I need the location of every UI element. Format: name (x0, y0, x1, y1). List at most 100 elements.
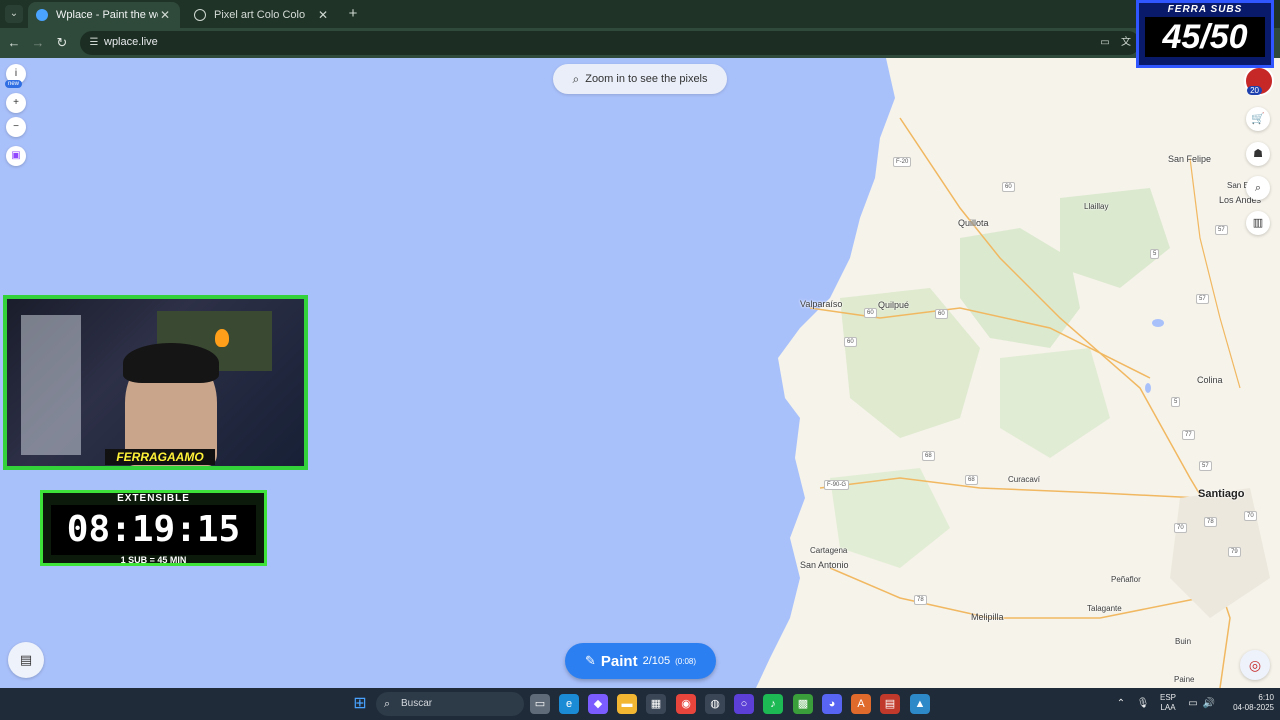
file-explorer-icon[interactable]: ▬ (617, 694, 637, 714)
globe-favicon-icon (194, 9, 206, 21)
forward-arrow-icon[interactable]: → (29, 34, 47, 52)
place-label: Talagante (1087, 604, 1122, 613)
windows-taskbar: ⊞ ⌕ Buscar ▭ e ◆ ▬ ▦ ◉ ◍ ○ ♪ ▩ ◕ A ▤ ▲ ⌃… (0, 688, 1280, 720)
app-a-icon[interactable]: A (851, 694, 871, 714)
keyboard-layout: LAA (1160, 703, 1176, 712)
network-icon[interactable]: ▭ (1186, 697, 1200, 711)
tab-title: Wplace - Paint the world (56, 9, 158, 21)
subathon-timer: EXTENSIBLE 08:19:15 1 SUB = 45 MIN (40, 490, 267, 566)
minecraft-icon[interactable]: ▩ (793, 694, 813, 714)
place-label: San Felipe (1168, 154, 1212, 164)
webcam-overlay: FERRAGAAMO (3, 295, 308, 470)
road-shield: F-20 (893, 157, 912, 167)
discord-icon[interactable]: ◕ (822, 694, 842, 714)
address-bar[interactable]: ☰ wplace.live (80, 31, 1140, 55)
paint-charges: 2/105 (642, 655, 671, 667)
road-shield: 60 (935, 309, 948, 319)
road-shield: 77 (1182, 430, 1195, 440)
store-icon[interactable]: ▦ (646, 694, 666, 714)
place-label: Valparaíso (800, 299, 843, 309)
twitch-icon[interactable]: ▣ (6, 146, 26, 166)
plus-icon[interactable]: + (6, 93, 26, 113)
place-label: Buin (1175, 637, 1192, 646)
subs-count: 45/50 (1145, 17, 1265, 57)
chevron-up-icon[interactable]: ⌃ (1114, 697, 1128, 711)
place-label: Santiago (1198, 488, 1245, 500)
minus-icon[interactable]: − (6, 117, 26, 137)
site-info-icon[interactable]: ☰ (88, 37, 100, 49)
reload-icon[interactable]: ↻ (53, 34, 71, 52)
brush-icon: ✎ (584, 653, 596, 668)
bar-chart-icon[interactable]: ▥ (1246, 211, 1270, 235)
new-badge: new (5, 80, 23, 88)
windows-start-icon[interactable]: ⊞ (351, 695, 369, 713)
user-level-badge: 20 (1247, 86, 1262, 95)
chrome-icon[interactable]: ◉ (676, 694, 696, 714)
tab-search-chevron-icon[interactable]: ⌄ (5, 5, 23, 23)
timer-footer: 1 SUB = 45 MIN (120, 555, 187, 565)
tab-pixel-art[interactable]: Pixel art Colo Colo ✕ (186, 2, 338, 28)
place-label: Cartagena (810, 546, 848, 555)
search-icon: ⌕ (384, 698, 391, 710)
subs-counter: FERRA SUBS 45/50 (1136, 0, 1274, 68)
road-shield: 68 (922, 451, 935, 461)
taskbar-search[interactable]: ⌕ Buscar (376, 692, 524, 716)
lang-code: ESP (1159, 693, 1176, 702)
browser-toolbar: ← → ↻ ☰ wplace.live ▭ 文 (0, 28, 1280, 58)
road-shield: 78 (914, 595, 927, 605)
webcam-background-shelf (21, 315, 81, 455)
clock-date: 04-08-2025 (1233, 703, 1274, 712)
translate-icon[interactable]: 文 (1119, 36, 1133, 50)
webcam-feed: FERRAGAAMO (7, 299, 304, 466)
place-label: San Antonio (800, 560, 849, 570)
road-shield: 60 (864, 308, 877, 318)
copilot-icon[interactable]: ◆ (588, 694, 608, 714)
place-label: Quillota (958, 218, 989, 228)
url-text: wplace.live (104, 36, 158, 48)
road-shield: 57 (1196, 294, 1209, 304)
map-viewport[interactable]: Quillota Quilpué Valparaíso Llaillay San… (0, 58, 1280, 688)
obs-icon[interactable]: ◍ (705, 694, 725, 714)
place-label: Curacaví (1008, 475, 1041, 484)
app-red-icon[interactable]: ▤ (880, 694, 900, 714)
lake (1152, 319, 1164, 327)
place-label: Colina (1197, 375, 1223, 385)
paint-cooldown: (0:08) (675, 656, 697, 666)
install-app-icon[interactable]: ▭ (1098, 36, 1112, 50)
place-label: Paine (1174, 675, 1195, 684)
microphone-icon[interactable]: 🎙 (1136, 697, 1150, 711)
input-language[interactable]: ESP LAA (1157, 693, 1179, 713)
app-circle-icon[interactable]: ○ (734, 694, 754, 714)
locate-icon[interactable]: ◎ (1240, 650, 1270, 680)
spotify-icon[interactable]: ♪ (763, 694, 783, 714)
lake (1145, 383, 1151, 393)
layers-icon[interactable]: ▤ (8, 642, 44, 678)
cart-icon[interactable]: 🛒 (1246, 107, 1270, 131)
close-icon[interactable]: ✕ (158, 8, 172, 22)
task-view-icon[interactable]: ▭ (530, 694, 550, 714)
timer-value: 08:19:15 (51, 505, 256, 555)
timer-header: EXTENSIBLE (117, 493, 190, 504)
tab-wplace[interactable]: Wplace - Paint the world ✕ (28, 2, 180, 28)
paint-button[interactable]: ✎ Paint 2/105 (0:08) (565, 643, 716, 679)
app-blue-icon[interactable]: ▲ (910, 694, 930, 714)
volume-icon[interactable]: 🔊 (1202, 697, 1216, 711)
zoom-magnifier-icon: ⌕ (572, 71, 580, 86)
webcam-fire-glow (215, 329, 229, 347)
edge-icon[interactable]: e (559, 694, 579, 714)
taskbar-search-label: Buscar (401, 698, 433, 709)
road-shield: 60 (844, 337, 857, 347)
close-icon[interactable]: ✕ (316, 8, 330, 22)
place-label: Quilpué (878, 300, 910, 310)
clock-time: 6:10 (1258, 693, 1274, 702)
new-tab-plus-icon[interactable]: + (344, 5, 362, 23)
road-shield: 68 (965, 475, 978, 485)
road-shield: 70 (1244, 511, 1257, 521)
road-shield: 60 (1002, 182, 1015, 192)
search-icon[interactable]: ⌕ (1246, 176, 1270, 200)
clock[interactable]: 6:10 04-08-2025 (1222, 693, 1274, 713)
group-icon[interactable]: ☗ (1246, 142, 1270, 166)
road-shield: 57 (1215, 225, 1228, 235)
road-shield: 78 (1204, 517, 1217, 527)
back-arrow-icon[interactable]: ← (5, 34, 23, 52)
